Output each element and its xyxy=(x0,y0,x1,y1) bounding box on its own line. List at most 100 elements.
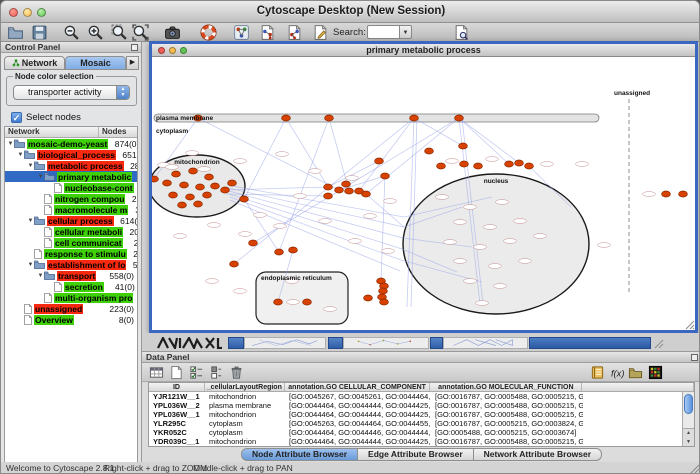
create-view-icon[interactable] xyxy=(259,24,276,41)
table-row[interactable]: YKR052Ccytoplasm[GO:0044464, GO:0044446,… xyxy=(149,428,694,437)
network-node[interactable] xyxy=(375,158,384,164)
network-node[interactable] xyxy=(203,192,212,198)
destroy-view-icon[interactable] xyxy=(286,24,303,41)
network-node[interactable] xyxy=(289,247,298,253)
table-column-header[interactable]: ID xyxy=(149,383,205,391)
network-node[interactable] xyxy=(379,288,388,294)
function-builder-icon[interactable]: f(x) xyxy=(610,365,625,380)
network-tree-item[interactable]: cellular metaboli209(0) xyxy=(5,226,137,237)
background-window-edge[interactable] xyxy=(328,337,343,349)
network-tree-item[interactable]: ▼metabolic process280(0) xyxy=(5,160,137,171)
control-panel-header[interactable]: Control Panel xyxy=(1,42,141,53)
network-view-titlebar[interactable]: primary metabolic process xyxy=(152,44,695,57)
network-node[interactable] xyxy=(228,180,237,186)
network-node[interactable] xyxy=(230,261,239,267)
heatmap-view-icon[interactable] xyxy=(648,365,663,380)
network-node[interactable] xyxy=(221,187,230,193)
network-node[interactable] xyxy=(515,160,524,166)
tab-mosaic[interactable]: Mosaic xyxy=(65,56,126,70)
network-node[interactable] xyxy=(189,168,198,174)
background-window-edge[interactable] xyxy=(228,337,244,349)
search-dropdown-button[interactable]: ▼ xyxy=(399,25,412,39)
network-node[interactable] xyxy=(364,295,373,301)
network-node[interactable] xyxy=(381,173,390,179)
network-node[interactable] xyxy=(152,176,158,182)
table-row[interactable]: YJR121W__1mitochondrion[GO:0045267, GO:0… xyxy=(149,392,694,401)
background-network-thumbnail[interactable] xyxy=(244,337,326,349)
save-session-icon[interactable] xyxy=(31,24,48,41)
annotation-tool-icon[interactable] xyxy=(312,24,329,41)
node-color-select[interactable]: transporter activity ▲▼ xyxy=(13,85,130,100)
scrollbar-arrows[interactable]: ▲▼ xyxy=(683,428,694,446)
background-network-thumbnail[interactable] xyxy=(443,337,528,349)
table-row[interactable]: YLR295Ccytoplasm[GO:0045263, GO:0044464,… xyxy=(149,419,694,428)
network-tree-item[interactable]: nitrogen compou209(0) xyxy=(5,193,137,204)
table-row[interactable]: YDR039C__1mitochondrion[GO:0044464, GO:0… xyxy=(149,437,694,446)
export-snapshot-icon[interactable] xyxy=(164,24,181,41)
network-tree-item[interactable]: ▼biological_process651(0) xyxy=(5,149,137,160)
network-tree-item[interactable]: multi-organism pro42(0) xyxy=(5,292,137,303)
network-node[interactable] xyxy=(342,181,351,187)
zoom-selected-region-icon[interactable] xyxy=(111,24,128,41)
app-resize-grip[interactable] xyxy=(689,463,700,474)
tree-column-network[interactable]: Network xyxy=(5,127,99,137)
network-node[interactable] xyxy=(662,191,671,197)
network-node[interactable] xyxy=(324,193,333,199)
network-tree-item[interactable]: ▼establishment of lo558(0) xyxy=(5,259,137,270)
table-scrollbar[interactable]: ▲▼ xyxy=(682,392,694,446)
network-node[interactable] xyxy=(163,180,172,186)
search-config-icon[interactable] xyxy=(453,24,470,41)
tree-expander-icon[interactable]: ▼ xyxy=(27,262,34,268)
unselect-attributes-icon[interactable] xyxy=(209,365,224,380)
tab-node-attribute-browser[interactable]: Node Attribute Browser xyxy=(241,448,358,461)
select-attributes-icon[interactable] xyxy=(149,365,164,380)
tree-expander-icon[interactable]: ▼ xyxy=(27,163,34,169)
import-attributes-icon[interactable] xyxy=(628,365,643,380)
delete-attribute-icon[interactable] xyxy=(229,365,244,380)
network-node[interactable] xyxy=(169,192,178,198)
network-node[interactable] xyxy=(425,148,434,154)
network-node[interactable] xyxy=(410,115,419,121)
network-canvas[interactable]: plasma membranecytoplasmmitochondrionnuc… xyxy=(152,57,695,330)
title-bar[interactable]: Cytoscape Desktop (New Session) xyxy=(1,1,700,23)
network-tree-item[interactable]: Overview8(0) xyxy=(5,314,137,325)
network-tree-item[interactable]: ▼primary metabolic209(... xyxy=(5,171,137,182)
attribute-notes-icon[interactable] xyxy=(590,365,605,380)
network-node[interactable] xyxy=(437,163,446,169)
zoom-out-icon[interactable] xyxy=(63,24,80,41)
select-nodes-option[interactable]: ✓ Select nodes xyxy=(11,111,81,123)
network-tree-item[interactable]: ▼mosaic-demo-yeast874(0) xyxy=(5,138,137,149)
network-node[interactable] xyxy=(474,163,483,169)
network-node[interactable] xyxy=(178,202,187,208)
view-resize-grip[interactable] xyxy=(684,319,695,330)
data-panel-header[interactable]: Data Panel xyxy=(142,352,700,363)
network-node[interactable] xyxy=(459,143,468,149)
zoom-to-fit-icon[interactable] xyxy=(132,24,149,41)
network-node[interactable] xyxy=(460,161,469,167)
zoom-in-icon[interactable] xyxy=(87,24,104,41)
network-tree-item[interactable]: unassigned223(0) xyxy=(5,303,137,314)
table-column-header[interactable] xyxy=(582,383,694,391)
background-window-edge[interactable] xyxy=(430,337,443,349)
network-tree-item[interactable]: nucleobase-cont209(0) xyxy=(5,182,137,193)
create-attribute-icon[interactable] xyxy=(169,365,184,380)
table-column-header[interactable]: annotation.GO CELLULAR_COMPONENT xyxy=(285,383,431,391)
network-tree-item[interactable]: cell communicat22(0) xyxy=(5,237,137,248)
table-row[interactable]: YPL036W__2plasma membrane[GO:0044464, GO… xyxy=(149,401,694,410)
tree-expander-icon[interactable]: ▼ xyxy=(27,218,34,224)
tab-edge-attribute-browser[interactable]: Edge Attribute Browser xyxy=(358,448,474,461)
network-node[interactable] xyxy=(325,115,334,121)
network-node[interactable] xyxy=(211,183,220,189)
float-panel-icon[interactable] xyxy=(131,44,138,51)
network-node[interactable] xyxy=(282,115,291,121)
table-row[interactable]: YPL036W__1mitochondrion[GO:0044464, GO:0… xyxy=(149,410,694,419)
network-tree-item[interactable]: secretion41(0) xyxy=(5,281,137,292)
network-node[interactable] xyxy=(205,174,214,180)
network-tree-item[interactable]: macromolecule m311(0) xyxy=(5,204,137,215)
table-column-header[interactable]: annotation.GO MOLECULAR_FUNCTION xyxy=(430,383,582,391)
tree-expander-icon[interactable]: ▼ xyxy=(37,174,44,180)
network-node[interactable] xyxy=(196,184,205,190)
network-node[interactable] xyxy=(679,191,688,197)
network-node[interactable] xyxy=(455,115,464,121)
batch-select-attributes-icon[interactable] xyxy=(189,365,204,380)
